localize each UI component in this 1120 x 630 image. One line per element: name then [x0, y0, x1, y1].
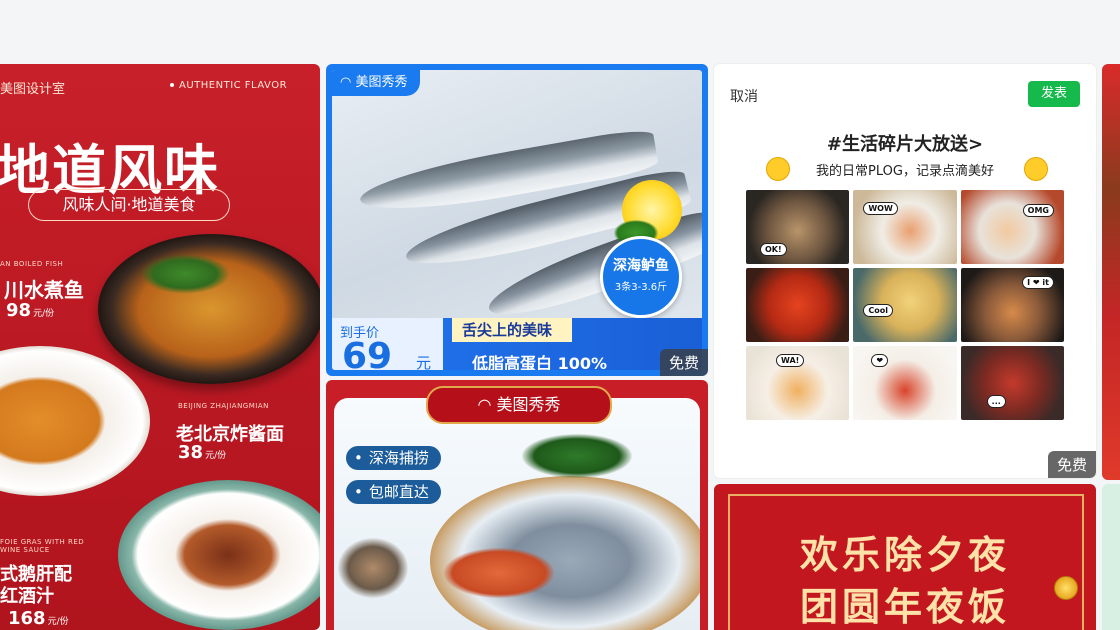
cancel-button[interactable]: 取消: [730, 86, 758, 106]
top-bar: [0, 0, 1120, 64]
photo-clams: OK!: [746, 190, 850, 264]
foie-gras-plate-image: [118, 480, 320, 630]
newyear-line-1: 欢乐除夕夜: [799, 532, 1010, 577]
fish-poster: ◠ 美图秀秀 深海鲈鱼 3条3-3.6斤 到手价 69 元 舌尖上的美味 低脂高…: [332, 70, 702, 370]
dish-1-price: 98 元/份: [6, 300, 55, 321]
meitu-logo: ◠ 美图秀秀: [426, 386, 612, 424]
template-card-partial[interactable]: [1102, 64, 1120, 480]
laugh-emoji-icon: [1024, 157, 1048, 181]
hashtag-title: #生活碎片大放送>: [826, 134, 984, 155]
dish-3-en: FOIE GRAS WITH RED WINE SAUCE: [0, 538, 85, 554]
slogan-secondary: 低脂高蛋白 100%: [472, 354, 608, 370]
template-card-newyear[interactable]: 欢乐除夕夜 团圆年夜饭: [714, 484, 1096, 630]
dish-2-en: BEIJING ZHAJIANGMIAN: [178, 402, 269, 410]
dish-2-price: 38 元/份: [178, 442, 227, 463]
shells-image: [338, 538, 408, 598]
pasta-plate-image: [0, 346, 150, 496]
newyear-line-2: 团圆年夜饭: [799, 584, 1010, 629]
dish-1-name: 川水煮鱼: [4, 278, 84, 302]
free-badge: 免费: [659, 349, 708, 376]
photo-hotpot: ...: [960, 346, 1064, 420]
authentic-label: AUTHENTIC FLAVOR: [170, 80, 287, 91]
template-card-fish[interactable]: ◠ 美图秀秀 深海鲈鱼 3条3-3.6斤 到手价 69 元 舌尖上的美味 低脂高…: [326, 64, 708, 376]
publish-button[interactable]: 发表: [1028, 81, 1080, 107]
photo-dim-sum: OMG: [960, 190, 1064, 264]
crab-image: [444, 548, 554, 598]
gold-coin-icon: [1054, 576, 1078, 600]
dish-3-name: 式鹅肝配红酒汁: [0, 564, 72, 607]
brand-label: 美图设计室: [0, 82, 66, 97]
seafood-poster: [334, 398, 700, 630]
template-card-partial[interactable]: [1102, 484, 1120, 630]
template-card-menu[interactable]: 美图设计室 AUTHENTIC FLAVOR 地道风味 风味人间·地道美食 AN…: [0, 64, 320, 630]
price-unit: 元: [416, 354, 432, 370]
dish-1-en: AN BOILED FISH: [0, 260, 64, 268]
photo-pasta: ❤: [853, 346, 957, 420]
menu-subtitle: 风味人间·地道美食: [28, 189, 230, 221]
template-card-seafood[interactable]: ◠ 美图秀秀 深海捕捞 包邮直达: [326, 380, 708, 630]
feature-chip: 深海捕捞: [346, 446, 441, 470]
photo-oysters: I ❤ it: [960, 268, 1064, 342]
photo-shrimp: WOW: [853, 190, 957, 264]
free-badge: 免费: [1047, 451, 1096, 478]
price-value: 69: [342, 336, 393, 370]
leaf-image: [522, 434, 632, 478]
slogan-primary: 舌尖上的美味: [452, 318, 573, 342]
photo-fried-noodles: WA!: [746, 346, 850, 420]
dish-3-price: 168 元/份: [8, 608, 69, 629]
template-card-plog[interactable]: 取消 发表 #生活碎片大放送> 我的日常PLOG，记录点滴美好 OK! WOW …: [714, 64, 1096, 478]
photo-noodles: Cool: [853, 268, 957, 342]
meitu-logo: ◠ 美图秀秀: [332, 70, 420, 96]
photo-grid: OK! WOW OMG Cool I ❤ it WA! ❤ ...: [746, 190, 1064, 420]
product-tag: 深海鲈鱼 3条3-3.6斤: [600, 236, 682, 318]
feature-chip: 包邮直达: [346, 480, 441, 504]
photo-crayfish: [746, 268, 850, 342]
garnish-image: [140, 254, 230, 294]
